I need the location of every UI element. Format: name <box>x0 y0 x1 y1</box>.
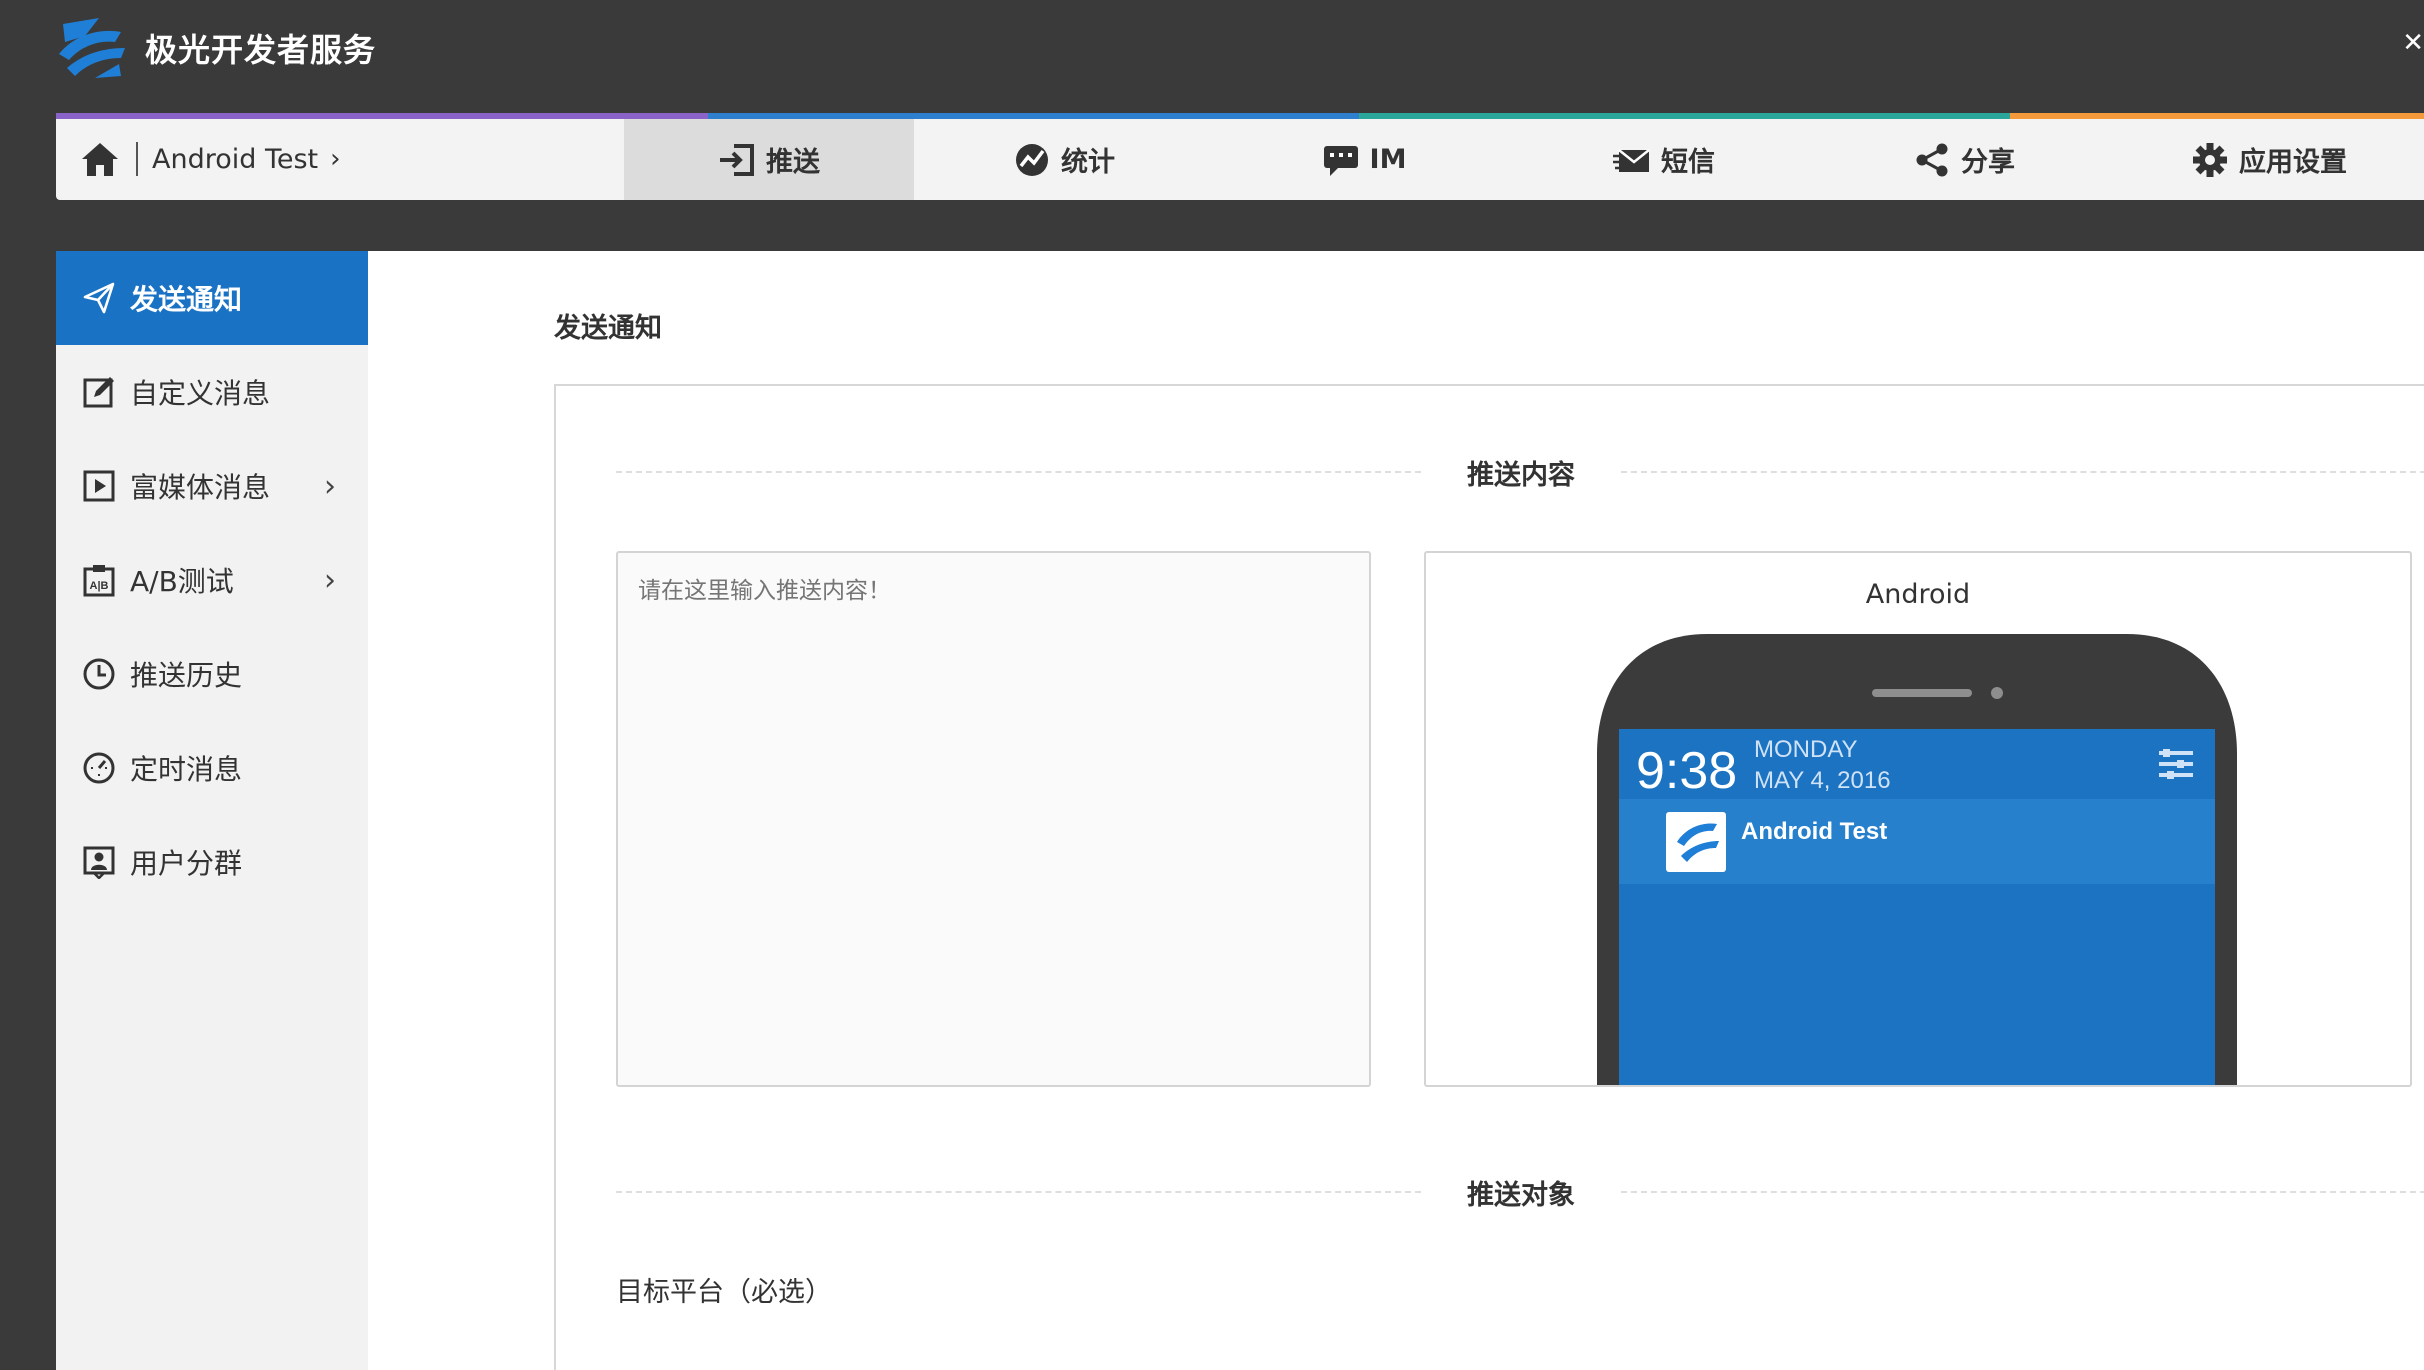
history-clock-icon <box>83 658 115 690</box>
sidebar-item-scheduled-message[interactable]: 定时消息 <box>56 721 368 815</box>
preview-clock: 9:38 <box>1636 742 1738 800</box>
brand-logo[interactable]: 极光开发者服务 <box>55 14 376 82</box>
close-icon[interactable]: ✕ <box>2402 28 2424 58</box>
divider <box>1621 1191 2424 1193</box>
sidebar-item-label: 自定义消息 <box>130 377 271 410</box>
user-group-icon <box>83 846 115 879</box>
timer-icon <box>83 752 115 784</box>
sidebar-item-label: A/B测试 <box>130 565 234 598</box>
tab-stats-label: 统计 <box>1061 147 1115 178</box>
share-icon <box>1916 143 1948 176</box>
chevron-right-icon: › <box>324 562 336 598</box>
chevron-right-icon: › <box>324 468 336 504</box>
tab-stats[interactable]: 统计 <box>914 119 1214 200</box>
svg-text:A|B: A|B <box>90 580 109 592</box>
tab-app-settings[interactable]: 应用设置 <box>2114 119 2424 200</box>
chevron-right-icon[interactable]: › <box>330 144 340 174</box>
preview-date: MAY 4, 2016 <box>1754 767 1891 794</box>
preview-platform-label: Android <box>1865 579 1971 610</box>
sidebar-item-push-history[interactable]: 推送历史 <box>56 627 368 721</box>
section-title: 推送对象 <box>1467 1179 1575 1211</box>
tab-sms[interactable]: 短信 <box>1514 119 1814 200</box>
section-header-target: 推送对象 <box>616 1172 2424 1212</box>
preview-day: MONDAY <box>1754 736 1858 763</box>
breadcrumb: Android Test › <box>80 137 341 181</box>
sidebar-item-label: 发送通知 <box>130 283 243 316</box>
sidebar-item-label: 富媒体消息 <box>130 471 271 504</box>
sms-icon <box>1613 148 1650 172</box>
tab-im-label: IM <box>1369 144 1407 175</box>
tab-share[interactable]: 分享 <box>1814 119 2114 200</box>
edit-icon <box>83 377 114 408</box>
tab-push-label: 推送 <box>766 147 820 178</box>
sidebar-item-label: 推送历史 <box>130 659 243 692</box>
main-content: 发送通知 推送内容 Android <box>368 251 2424 1370</box>
tab-im[interactable]: IM <box>1214 119 1514 200</box>
sidebar-item-ab-test[interactable]: A|B A/B测试 › <box>56 533 368 627</box>
target-platform-label: 目标平台（必选） <box>616 1277 832 1308</box>
stats-icon <box>1016 143 1048 176</box>
section-title: 推送内容 <box>1467 459 1575 491</box>
page-title: 发送通知 <box>554 313 662 344</box>
sidebar-item-send-notification[interactable]: 发送通知 <box>56 251 368 345</box>
section-header-content: 推送内容 <box>616 452 2424 492</box>
divider <box>1621 471 2424 473</box>
tab-share-label: 分享 <box>1961 147 2015 178</box>
chat-icon <box>1323 145 1358 176</box>
gear-icon <box>2193 142 2227 177</box>
tab-sms-label: 短信 <box>1661 147 1715 178</box>
breadcrumb-app-name[interactable]: Android Test <box>152 144 318 175</box>
sidebar: 发送通知 自定义消息 富媒体消息 › A|B A/B测试 › 推送历史 定时消息… <box>56 251 368 1370</box>
sidebar-item-user-groups[interactable]: 用户分群 <box>56 815 368 909</box>
sidebar-item-custom-message[interactable]: 自定义消息 <box>56 345 368 439</box>
phone-mockup <box>1597 634 2237 1085</box>
send-icon <box>83 282 115 314</box>
sidebar-item-label: 用户分群 <box>130 847 243 880</box>
jiguang-logo-icon <box>59 18 125 78</box>
top-nav: Android Test › 推送 统计 IM 短信 分享 应用设置 <box>56 113 2424 200</box>
push-form-panel: 推送内容 Android <box>554 384 2424 1370</box>
android-preview: Android 9:38 MONDAY MAY 4, 2016 Android … <box>1424 551 2412 1087</box>
home-icon[interactable] <box>80 140 120 178</box>
brand-name: 极光开发者服务 <box>145 31 377 69</box>
media-icon <box>83 470 115 502</box>
push-icon <box>720 143 754 176</box>
divider <box>616 471 1421 473</box>
sidebar-item-label: 定时消息 <box>130 753 243 786</box>
tab-push[interactable]: 推送 <box>624 119 914 200</box>
divider <box>616 1191 1421 1193</box>
sidebar-item-rich-media[interactable]: 富媒体消息 › <box>56 439 368 533</box>
preview-notification-title: Android Test <box>1741 818 1888 845</box>
nav-stripe <box>56 113 708 119</box>
ab-test-icon: A|B <box>83 565 115 597</box>
tab-app-settings-label: 应用设置 <box>2239 147 2347 178</box>
push-content-input[interactable] <box>616 551 1371 1087</box>
breadcrumb-separator <box>136 142 138 176</box>
